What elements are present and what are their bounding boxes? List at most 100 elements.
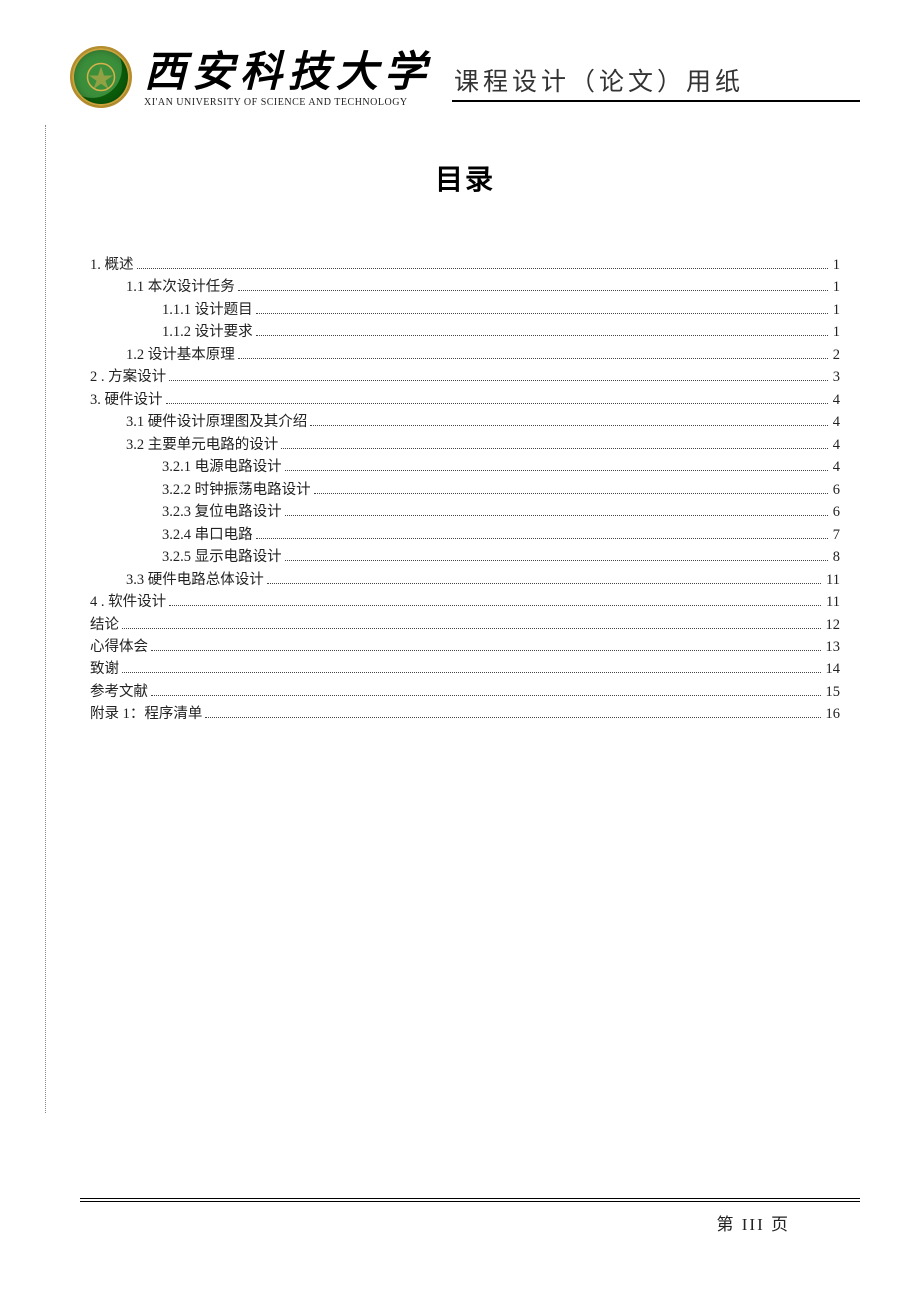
- toc-leader-dots: [205, 717, 820, 718]
- toc-entry: 3.2.1 电源电路设计 4: [90, 456, 840, 478]
- toc-entry-label: 1.1.1 设计题目: [162, 299, 253, 321]
- toc-entry: 1.1.1 设计题目 1: [90, 299, 840, 321]
- toc-entry: 致谢 14: [90, 658, 840, 680]
- toc-entry-page: 1: [831, 321, 840, 343]
- toc-leader-dots: [285, 515, 828, 516]
- toc-leader-dots: [122, 628, 821, 629]
- toc-entry: 心得体会 13: [90, 636, 840, 658]
- toc-entry-label: 1.1 本次设计任务: [126, 276, 235, 298]
- toc-entry-label: 3.2.1 电源电路设计: [162, 456, 282, 478]
- toc-entry-page: 11: [824, 569, 840, 591]
- toc-entry-page: 2: [831, 344, 840, 366]
- toc-entry-page: 3: [831, 366, 840, 388]
- toc-entry: 参考文献 15: [90, 681, 840, 703]
- toc-entry-label: 3. 硬件设计: [90, 389, 163, 411]
- page-footer: 第 III 页: [80, 1198, 860, 1235]
- toc-leader-dots: [166, 403, 828, 404]
- toc-entry-page: 6: [831, 479, 840, 501]
- header-right: 课程设计（论文）用纸: [444, 62, 860, 108]
- toc-entry: 3.2 主要单元电路的设计4: [90, 434, 840, 456]
- toc-entry: 3. 硬件设计 4: [90, 389, 840, 411]
- toc-leader-dots: [267, 583, 821, 584]
- toc-entry-label: 3.2.2 时钟振荡电路设计: [162, 479, 311, 501]
- toc-entry-page: 14: [824, 658, 841, 680]
- toc-entry-page: 1: [831, 276, 840, 298]
- document-type-title: 课程设计（论文）用纸: [452, 62, 860, 102]
- toc-entry-label: 附录 1：程序清单: [90, 703, 202, 725]
- university-name-cn: 西安科技大学: [144, 52, 432, 94]
- toc-leader-dots: [122, 672, 821, 673]
- toc-entry-page: 11: [824, 591, 840, 613]
- toc-leader-dots: [137, 268, 828, 269]
- footer-rule-thin: [80, 1201, 860, 1202]
- university-logo: [70, 46, 132, 108]
- toc-entry-page: 8: [831, 546, 840, 568]
- toc-entry: 1.1.2 设计要求 1: [90, 321, 840, 343]
- toc-entry-label: 3.3 硬件电路总体设计: [126, 569, 264, 591]
- toc-leader-dots: [281, 448, 828, 449]
- toc-leader-dots: [151, 650, 821, 651]
- toc-entry-page: 4: [831, 389, 840, 411]
- toc-heading: 目录: [90, 158, 840, 198]
- toc-entry: 3.2.3 复位电路设计 6: [90, 501, 840, 523]
- university-name-block: 西安科技大学 XI'AN UNIVERSITY OF SCIENCE AND T…: [144, 52, 432, 108]
- toc-entry-page: 6: [831, 501, 840, 523]
- toc-entry: 1. 概述 1: [90, 254, 840, 276]
- toc-entry-page: 12: [824, 614, 841, 636]
- toc-entry-page: 1: [831, 299, 840, 321]
- toc-entry-label: 1. 概述: [90, 254, 134, 276]
- toc-entry-label: 3.1 硬件设计原理图及其介绍: [126, 411, 307, 433]
- toc-entry: 2 . 方案设计 3: [90, 366, 840, 388]
- university-name-en: XI'AN UNIVERSITY OF SCIENCE AND TECHNOLO…: [144, 97, 432, 108]
- toc-entry-label: 结论: [90, 614, 119, 636]
- toc-entry: 3.1 硬件设计原理图及其介绍 4: [90, 411, 840, 433]
- footer-rule-thick: [80, 1198, 860, 1199]
- toc-entry: 1.2 设计基本原理 2: [90, 344, 840, 366]
- toc-entry: 结论 12: [90, 614, 840, 636]
- main-content: 目录 1. 概述11.1 本次设计任务11.1.1 设计题目11.1.2 设计要…: [60, 158, 860, 726]
- toc-leader-dots: [151, 695, 821, 696]
- toc-entry-page: 4: [831, 411, 840, 433]
- toc-entry-label: 4 . 软件设计: [90, 591, 166, 613]
- page-header: 西安科技大学 XI'AN UNIVERSITY OF SCIENCE AND T…: [60, 46, 860, 108]
- toc-entry-label: 参考文献: [90, 681, 148, 703]
- toc-entry-page: 16: [824, 703, 841, 725]
- toc-entry: 1.1 本次设计任务 1: [90, 276, 840, 298]
- toc-entry-label: 3.2.4 串口电路: [162, 524, 253, 546]
- toc-entry: 3.2.2 时钟振荡电路设计 6: [90, 479, 840, 501]
- toc-entry: 4 . 软件设计 11: [90, 591, 840, 613]
- page-number: 第 III 页: [80, 1210, 860, 1235]
- toc-entry: 3.2.5 显示电路设计 8: [90, 546, 840, 568]
- table-of-contents: 1. 概述11.1 本次设计任务11.1.1 设计题目11.1.2 设计要求11…: [90, 254, 840, 726]
- toc-leader-dots: [256, 538, 828, 539]
- document-type-text: 课程设计（论文）用纸: [454, 62, 744, 98]
- toc-entry-page: 4: [831, 456, 840, 478]
- left-margin-guideline: [45, 125, 46, 1113]
- toc-entry-label: 3.2 主要单元电路的设计: [126, 434, 278, 456]
- toc-entry-label: 心得体会: [90, 636, 148, 658]
- toc-entry-label: 1.1.2 设计要求: [162, 321, 253, 343]
- toc-leader-dots: [256, 335, 828, 336]
- toc-leader-dots: [169, 380, 828, 381]
- toc-entry-page: 1: [831, 254, 840, 276]
- toc-entry-page: 7: [831, 524, 840, 546]
- toc-leader-dots: [169, 605, 821, 606]
- toc-entry-label: 3.2.5 显示电路设计: [162, 546, 282, 568]
- page: 西安科技大学 XI'AN UNIVERSITY OF SCIENCE AND T…: [0, 0, 920, 1303]
- toc-entry-label: 致谢: [90, 658, 119, 680]
- toc-entry-page: 13: [824, 636, 841, 658]
- toc-leader-dots: [285, 560, 828, 561]
- toc-leader-dots: [285, 470, 828, 471]
- toc-leader-dots: [314, 493, 828, 494]
- toc-leader-dots: [238, 358, 828, 359]
- toc-entry: 3.3 硬件电路总体设计 11: [90, 569, 840, 591]
- toc-entry-page: 15: [824, 681, 841, 703]
- toc-entry-label: 1.2 设计基本原理: [126, 344, 235, 366]
- toc-entry: 3.2.4 串口电路 7: [90, 524, 840, 546]
- toc-entry-label: 2 . 方案设计: [90, 366, 166, 388]
- toc-leader-dots: [238, 290, 828, 291]
- toc-entry: 附录 1：程序清单 16: [90, 703, 840, 725]
- toc-leader-dots: [256, 313, 828, 314]
- toc-entry-label: 3.2.3 复位电路设计: [162, 501, 282, 523]
- logo-symbol-icon: [86, 62, 116, 92]
